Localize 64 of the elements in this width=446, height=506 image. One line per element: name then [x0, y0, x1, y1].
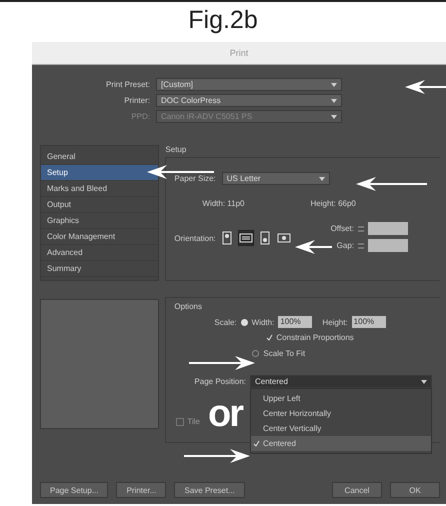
field-label: Scale:	[214, 318, 237, 326]
portrait-page-icon	[220, 231, 234, 245]
dialog-button[interactable]: Save Preset...	[174, 482, 245, 498]
dropdown[interactable]: Centered	[250, 375, 432, 388]
field-label: Constrain Proportions	[276, 333, 354, 342]
caret-icon	[331, 114, 337, 118]
annotation-arrow	[404, 79, 446, 95]
field-label: Width: 11p0	[202, 199, 245, 208]
checkmark-icon	[266, 334, 274, 341]
annotation-label: or	[208, 394, 242, 434]
field-label: Offset:	[330, 224, 354, 233]
menu-item[interactable]: Upper Left	[251, 391, 431, 406]
annotation-arrow	[294, 239, 332, 255]
landscape-page-icon	[238, 231, 253, 245]
sidebar-item[interactable]: Graphics	[41, 213, 158, 229]
sidebar-item[interactable]: Marks and Bleed	[41, 181, 158, 197]
section-title: Options	[174, 302, 203, 311]
field-label: Scale To Fit	[263, 349, 306, 358]
orientation-button[interactable]	[238, 230, 254, 246]
field-label: Height:	[322, 318, 348, 326]
field-label: Orientation:	[174, 234, 216, 242]
field-label: Page Position:	[194, 376, 246, 388]
dropdown[interactable]: [Custom]	[156, 78, 342, 91]
sidebar-item[interactable]: Setup	[41, 165, 158, 181]
reverse-landscape-page-icon	[276, 231, 291, 245]
sidebar-item[interactable]: Summary	[41, 261, 158, 277]
checkmark-icon	[253, 440, 260, 447]
menu-item[interactable]: Center Horizontally	[251, 406, 431, 421]
field-label: Print Preset:	[104, 80, 150, 89]
window-title: Print	[230, 48, 248, 58]
sidebar-item[interactable]: Output	[41, 197, 158, 213]
sidebar-item[interactable]: Advanced	[41, 245, 158, 261]
field-label: Gap:	[336, 241, 354, 250]
dropdown[interactable]: US Letter	[222, 172, 330, 185]
dialog-button[interactable]: Cancel	[332, 482, 382, 498]
input-field[interactable]	[368, 222, 408, 235]
field-label: Printer:	[123, 96, 150, 105]
checkbox[interactable]	[176, 418, 184, 426]
annotation-arrow	[188, 355, 256, 371]
field-label: Paper Size:	[174, 174, 216, 183]
reverse-portrait-page-icon	[258, 231, 272, 245]
caret-icon	[421, 380, 427, 384]
dialog-button[interactable]: OK	[390, 482, 440, 498]
input-field[interactable]: 100%	[278, 316, 312, 328]
field-label: Width:	[252, 318, 274, 326]
sidebar-item[interactable]: Color Management	[41, 229, 158, 245]
field-label: Tile	[187, 417, 200, 426]
section-title: Setup	[165, 145, 188, 156]
dialog-button[interactable]: Printer...	[116, 482, 166, 498]
caret-icon	[331, 82, 337, 86]
field-label: Height: 66p0	[310, 199, 356, 208]
caret-icon	[318, 176, 325, 180]
field-label: PPD:	[130, 112, 150, 121]
caret-icon	[331, 98, 337, 102]
radio-button[interactable]	[252, 350, 260, 357]
menu-item[interactable]: Center Vertically	[251, 421, 431, 436]
input-field[interactable]: 100%	[352, 316, 386, 328]
annotation-arrow	[183, 448, 251, 464]
dropdown[interactable]: DOC ColorPress	[156, 94, 342, 107]
figure-caption: Fig.2b	[187, 5, 259, 36]
dialog-button[interactable]: Page Setup...	[40, 482, 108, 498]
input-field[interactable]	[368, 239, 408, 252]
menu-item[interactable]: Centered	[251, 436, 431, 451]
annotation-arrow	[355, 176, 427, 192]
